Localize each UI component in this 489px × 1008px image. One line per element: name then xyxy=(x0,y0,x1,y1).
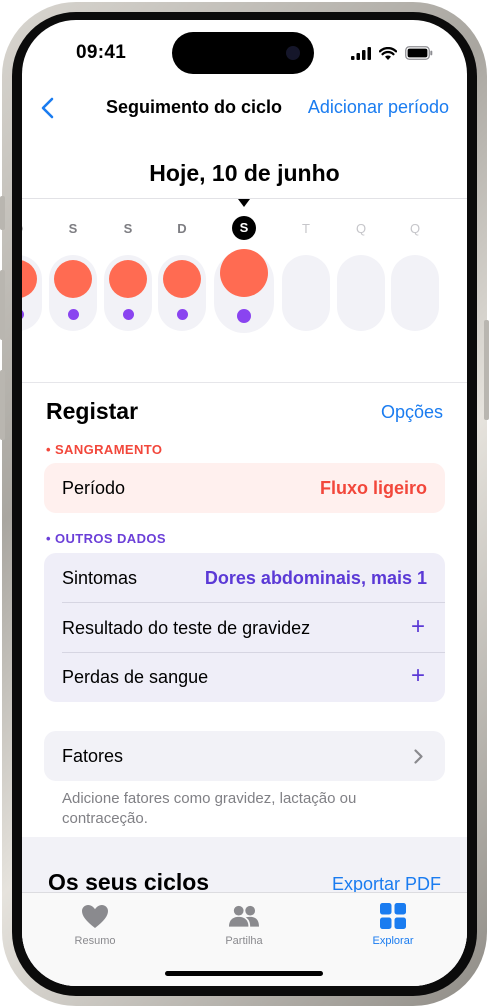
day-pill-wed2[interactable] xyxy=(337,255,385,331)
flow-indicator xyxy=(163,260,201,298)
bleeding-label: SANGRAMENTO xyxy=(54,442,163,457)
camera-icon xyxy=(286,46,300,60)
period-row[interactable]: Período Fluxo ligeiro xyxy=(44,463,445,513)
factors-note: Adicione fatores como gravidez, lactação… xyxy=(62,790,357,827)
day-pill-tue[interactable] xyxy=(282,255,330,331)
people-icon xyxy=(229,901,259,931)
tab-summary[interactable]: Resumo xyxy=(40,901,150,947)
symptoms-label: Sintomas xyxy=(62,568,138,588)
weekday-label: D xyxy=(177,221,187,236)
tab-explore[interactable]: Explorar xyxy=(338,901,448,947)
volume-up-button xyxy=(0,270,5,340)
back-button[interactable] xyxy=(32,90,62,126)
pregnancy-test-label: Resultado do teste de gravidez xyxy=(62,618,311,638)
bleeding-card: Período Fluxo ligeiro xyxy=(44,463,445,513)
add-pregnancy-test-icon[interactable]: + xyxy=(411,615,425,639)
symptom-indicator xyxy=(122,308,134,320)
action-button xyxy=(0,196,5,230)
battery-icon xyxy=(405,46,433,60)
factors-card: Fatores xyxy=(44,731,445,781)
home-indicator[interactable] xyxy=(165,971,323,976)
dynamic-island xyxy=(172,32,314,74)
volume-down-button xyxy=(0,370,5,440)
flow-indicator xyxy=(109,260,147,298)
date-heading: Hoje, 10 de junho xyxy=(149,160,340,186)
factors-row[interactable]: Fatores xyxy=(44,731,445,781)
navigation-bar: Seguimento do ciclo Adicionar período xyxy=(22,90,467,126)
symptoms-row[interactable]: Sintomas Dores abdominais, mais 1 xyxy=(44,553,445,603)
heart-icon xyxy=(80,901,110,931)
symptom-indicator xyxy=(237,309,251,323)
tab-sharing-label: Partilha xyxy=(225,935,263,947)
wifi-icon xyxy=(379,46,397,60)
weekday-label: Q xyxy=(409,221,421,236)
weekday-label: Q xyxy=(355,221,367,236)
page-title: Seguimento do ciclo xyxy=(106,97,283,117)
tab-sharing[interactable]: Partilha xyxy=(189,901,299,947)
chevron-left-icon xyxy=(41,97,53,119)
spotting-label: Perdas de sangue xyxy=(62,667,209,687)
other-data-category-label: • OUTROS DADOS xyxy=(46,531,166,546)
status-icons xyxy=(351,45,433,61)
flow-indicator xyxy=(54,260,92,298)
weekday-label: Q xyxy=(22,221,33,236)
flow-indicator xyxy=(220,249,268,297)
other-data-card: Sintomas Dores abdominais, mais 1 Result… xyxy=(44,553,445,702)
log-title: Registar xyxy=(46,398,139,424)
screen: 09:41 Seguimento do ciclo Adicionar perí… xyxy=(22,20,467,986)
symptom-indicator xyxy=(67,308,79,320)
add-period-button[interactable]: Adicionar período xyxy=(308,97,449,118)
today-pointer-icon xyxy=(238,199,250,207)
weekday-label: S xyxy=(68,221,78,236)
status-bar: 09:41 xyxy=(22,20,467,80)
tab-summary-label: Resumo xyxy=(74,935,116,947)
day-pill-thu[interactable] xyxy=(391,255,439,331)
tab-explore-label: Explorar xyxy=(372,935,414,947)
weekday-today-label: S xyxy=(232,216,256,240)
bullet-icon: • xyxy=(46,531,55,546)
weekday-label: T xyxy=(302,221,310,236)
add-spotting-icon[interactable]: + xyxy=(411,664,425,688)
cellular-signal-icon xyxy=(351,46,371,60)
weekday-label: S xyxy=(123,221,133,236)
options-button[interactable]: Opções xyxy=(381,402,443,423)
other-data-label: OUTROS DADOS xyxy=(54,531,166,546)
symptoms-value: Dores abdominais, mais 1 xyxy=(204,568,427,588)
bullet-icon: • xyxy=(46,442,55,457)
power-button xyxy=(484,320,489,420)
symptom-indicator xyxy=(176,308,188,320)
period-value: Fluxo ligeiro xyxy=(319,478,427,498)
factors-label: Fatores xyxy=(62,746,124,766)
status-time: 09:41 xyxy=(76,42,127,63)
grid-icon xyxy=(378,901,408,931)
spotting-row[interactable]: Perdas de sangue + xyxy=(44,652,445,702)
chevron-right-icon xyxy=(414,749,423,764)
section-divider xyxy=(22,382,467,383)
period-label: Período xyxy=(62,478,126,498)
pregnancy-test-row[interactable]: Resultado do teste de gravidez + xyxy=(44,603,445,653)
bleeding-category-label: • SANGRAMENTO xyxy=(46,442,162,457)
